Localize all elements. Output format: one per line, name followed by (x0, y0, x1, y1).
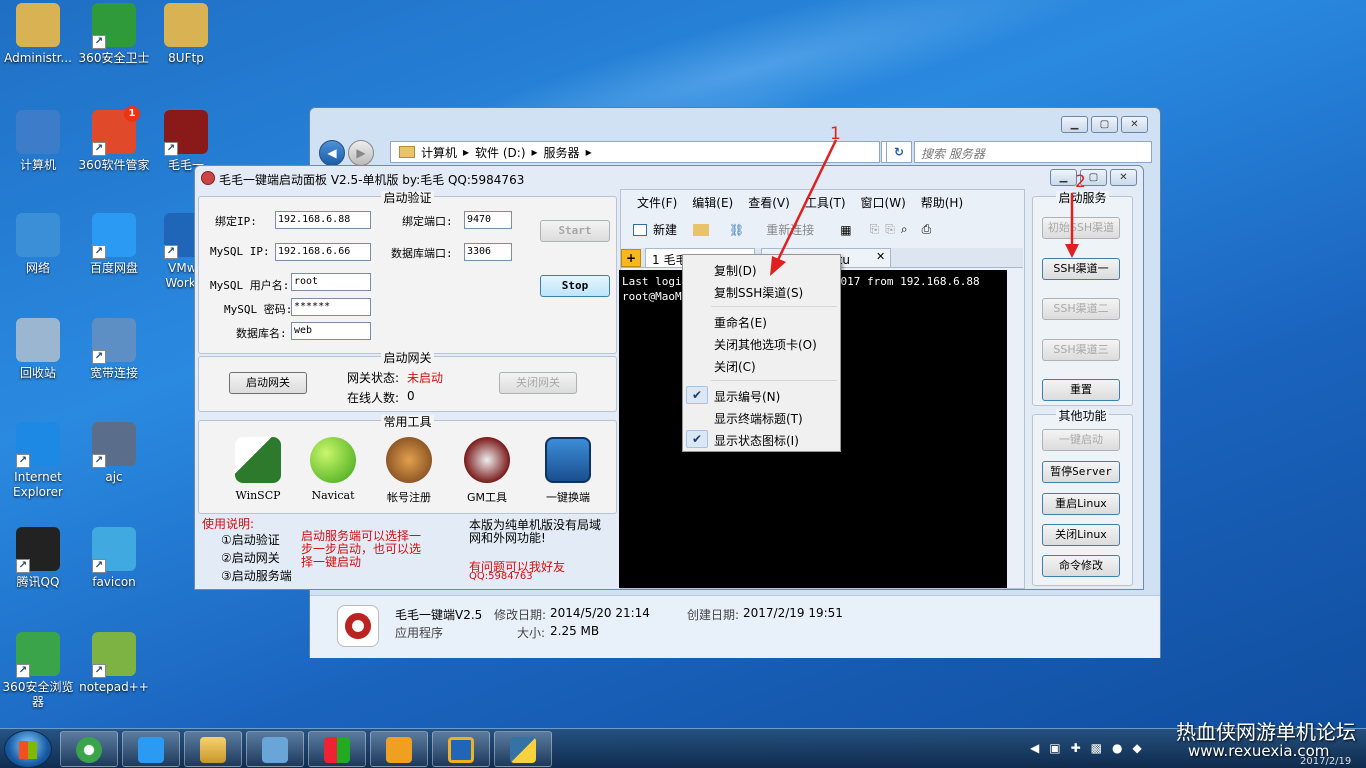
taskbar-python[interactable] (494, 731, 552, 767)
taskbar-media[interactable] (370, 731, 428, 767)
vmware-icon (448, 737, 474, 763)
annotation-arrows (770, 139, 1079, 276)
tray-app-icon[interactable]: ▩ (1091, 741, 1102, 755)
tray-shield-icon[interactable]: ◆ (1132, 741, 1141, 755)
system-tray: ◀ ▣ ✚ ▩ ● ◆ (1030, 741, 1142, 755)
clock-date: 2017/2/19 (1300, 756, 1352, 767)
taskbar-360-soft[interactable] (308, 731, 366, 767)
taskbar-vmware[interactable] (432, 731, 490, 767)
watermark-text: 热血侠网游单机论坛 (1176, 720, 1356, 744)
annotation-2: 2 (1075, 172, 1086, 192)
python-icon (510, 737, 536, 763)
arrow-2-head (1065, 244, 1079, 258)
tray-arrow-icon[interactable]: ◀ (1030, 741, 1039, 755)
taskbar: ◀ ▣ ✚ ▩ ● ◆ (0, 728, 1366, 768)
taskbar-explorer[interactable] (184, 731, 242, 767)
media-player-icon (386, 737, 412, 763)
folder-icon (200, 737, 226, 763)
browser-icon (76, 737, 102, 763)
tray-qq-icon[interactable]: ● (1112, 741, 1122, 755)
taskbar-network[interactable] (246, 731, 304, 767)
annotation-1: 1 (830, 124, 841, 144)
arrow-1-head (770, 256, 786, 276)
tray-network-icon[interactable]: ▣ (1049, 741, 1060, 755)
taskbar-360-browser[interactable] (60, 731, 118, 767)
cloud-icon (138, 737, 164, 763)
tray-plus-icon[interactable]: ✚ (1071, 741, 1081, 755)
taskbar-baidu-netdisk[interactable] (122, 731, 180, 767)
windows-logo-icon (19, 741, 37, 759)
app-store-icon (324, 737, 350, 763)
network-icon (262, 737, 288, 763)
arrow-1 (774, 139, 838, 265)
start-button[interactable] (4, 730, 52, 768)
